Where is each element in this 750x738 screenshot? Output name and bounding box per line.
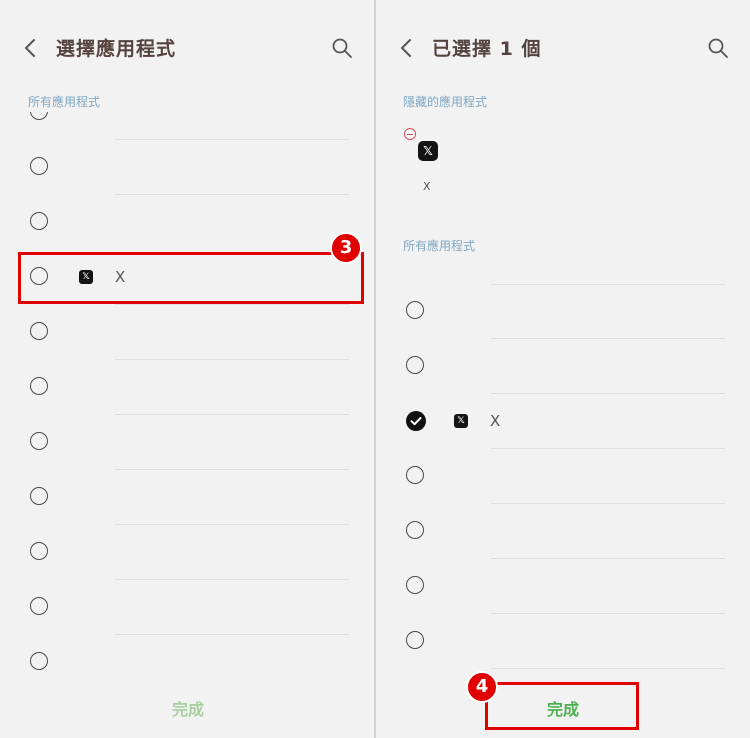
list-item[interactable] <box>376 449 750 504</box>
app-name: X <box>490 412 501 430</box>
radio-button[interactable] <box>406 356 424 374</box>
hidden-app-name: X <box>423 180 431 193</box>
list-item[interactable] <box>0 525 374 580</box>
selected-apps-panel: 已選擇 1 個 隱藏的應用程式 所有應用程式 𝕏 X <box>376 0 750 738</box>
list-item[interactable] <box>0 580 374 635</box>
list-item[interactable] <box>0 635 374 690</box>
divider <box>491 668 725 669</box>
radio-button[interactable] <box>30 157 48 175</box>
section-label-all-apps-overlay: 所有應用程式 <box>28 95 101 109</box>
step-badge-3: 3 <box>330 232 362 264</box>
radio-button[interactable] <box>30 597 48 615</box>
check-circle-icon[interactable] <box>406 411 426 431</box>
radio-button[interactable] <box>30 432 48 450</box>
radio-button[interactable] <box>406 466 424 484</box>
step-badge-4: 4 <box>466 671 498 703</box>
section-label-all-apps: 所有應用程式 <box>403 239 476 253</box>
list-item[interactable] <box>0 415 374 470</box>
radio-button[interactable] <box>406 576 424 594</box>
highlight-box-step-4 <box>485 682 639 730</box>
x-logo-icon[interactable]: 𝕏 <box>418 141 438 161</box>
list-item[interactable] <box>376 284 750 339</box>
section-label-hidden-apps: 隱藏的應用程式 <box>403 95 488 109</box>
list-item[interactable] <box>0 195 374 250</box>
search-icon[interactable] <box>706 36 730 60</box>
remove-icon[interactable] <box>404 128 416 140</box>
back-icon[interactable] <box>396 36 418 60</box>
x-logo-icon: 𝕏 <box>454 414 468 428</box>
list-item[interactable] <box>0 140 374 195</box>
radio-button[interactable] <box>30 377 48 395</box>
search-icon[interactable] <box>330 36 354 60</box>
list-item-x[interactable]: 𝕏 X <box>376 394 750 449</box>
list-item[interactable] <box>0 360 374 415</box>
list-item[interactable] <box>376 559 750 614</box>
list-item[interactable] <box>376 504 750 559</box>
radio-button[interactable] <box>30 212 48 230</box>
list-item[interactable] <box>0 305 374 360</box>
radio-button[interactable] <box>406 521 424 539</box>
page-title: 已選擇 1 個 <box>432 38 542 60</box>
radio-button[interactable] <box>30 487 48 505</box>
list-item[interactable] <box>376 614 750 669</box>
back-icon[interactable] <box>20 36 42 60</box>
radio-button[interactable] <box>30 542 48 560</box>
radio-button[interactable] <box>30 652 48 670</box>
list-item[interactable] <box>376 339 750 394</box>
highlight-box-step-3 <box>18 252 364 304</box>
radio-button[interactable] <box>30 322 48 340</box>
radio-button[interactable] <box>406 301 424 319</box>
app-select-panel: 選擇應用程式 所有應用程式 所有應用程式 𝕏 X <box>0 0 374 738</box>
page-title: 選擇應用程式 <box>56 38 177 60</box>
list-item[interactable] <box>0 470 374 525</box>
done-button[interactable]: 完成 <box>140 696 236 720</box>
radio-button[interactable] <box>406 631 424 649</box>
